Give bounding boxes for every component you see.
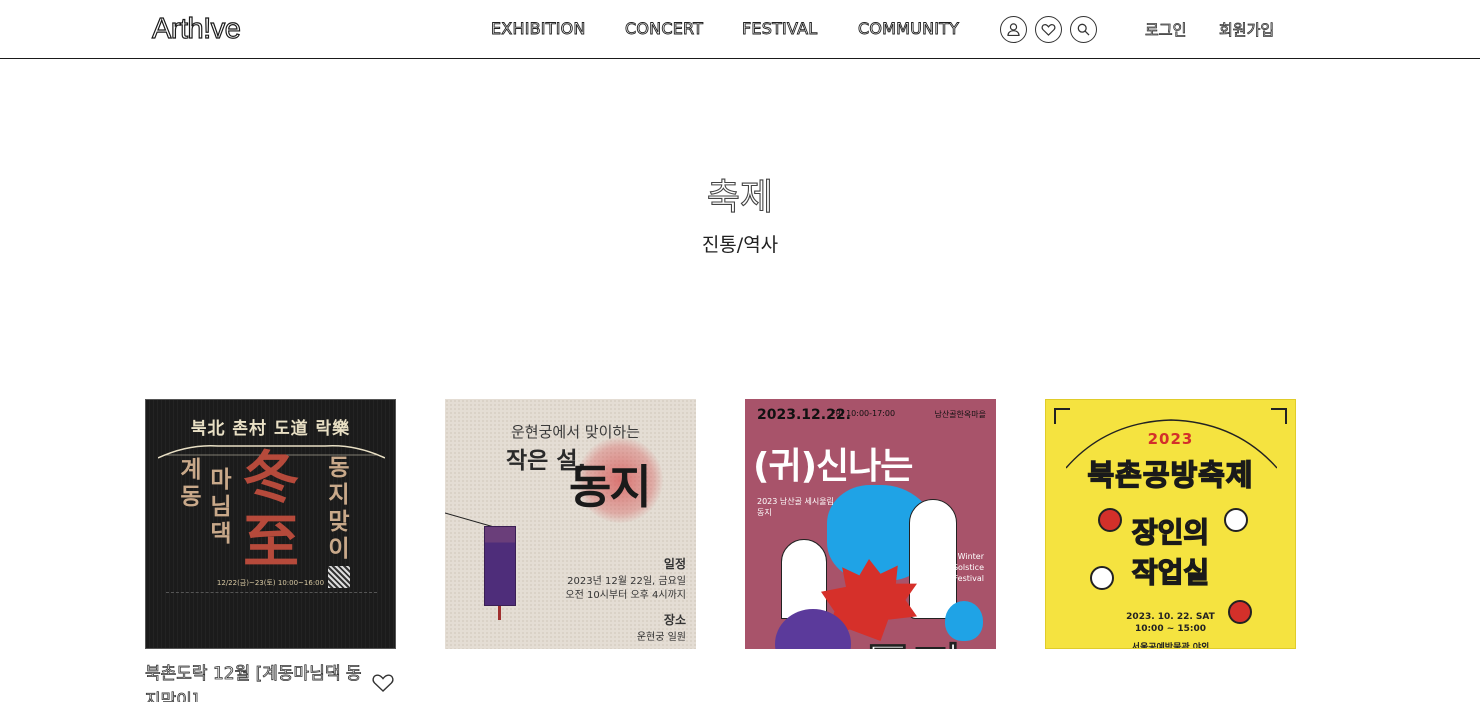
poster-time: FRI 10:00-17:00 xyxy=(831,409,896,418)
poster-subtitle: 2023 남산골 세시울림 동지 xyxy=(757,497,834,517)
poster-text-left1: 계동 xyxy=(180,456,202,510)
schedule-line1: 2023년 12월 22일, 금요일 xyxy=(567,576,686,587)
heart-icon[interactable] xyxy=(370,669,396,695)
site-header: Arth!ve EXHIBITION CONCERT FESTIVAL COMM… xyxy=(0,0,1480,59)
poster-times: 10:00 ~ 15:00 xyxy=(1134,624,1207,634)
festival-poster[interactable]: 2023.12.22. FRI 10:00-17:00 남산골한옥마을 (귀)신… xyxy=(745,399,996,649)
search-icon[interactable] xyxy=(1070,16,1097,43)
poster-dates: 2023. 10. 22. SAT xyxy=(1126,612,1215,622)
schedule-line2: 오전 10시부터 오후 4시까지 xyxy=(565,590,686,601)
poster-place: 남산골한옥마을 xyxy=(934,410,986,419)
festival-card: 북北 촌村 도道 락樂 계동 마님댁 冬至 동지맞이 12/22(금)~23(토… xyxy=(145,399,396,702)
card-title-row: 북촌도락 12월 [계동마님댁 동지맞이] xyxy=(145,661,396,702)
lantern-tassel xyxy=(498,606,501,620)
poster-date: 12/22(금)~23(토) 10:00~16:00 xyxy=(216,579,325,587)
poster-mid2: 작업실 xyxy=(1131,555,1210,589)
poster-text-left2: 마님댁 xyxy=(210,466,232,547)
festival-poster[interactable]: 2023 북촌공방축제 장인의 작업실 2023. 10. 22. SAT 10… xyxy=(1045,399,1296,649)
poster-english-title: The Winter Solstice Festival xyxy=(940,552,984,583)
festival-card: 2023.12.22. FRI 10:00-17:00 남산골한옥마을 (귀)신… xyxy=(745,399,996,649)
poster-heading: (귀)신나는 xyxy=(753,446,913,487)
poster-mid1: 장인의 xyxy=(1131,515,1210,549)
mask-icon xyxy=(1090,566,1114,590)
poster-big-text: 冬至 xyxy=(243,445,299,575)
nav-exhibition[interactable]: EXHIBITION xyxy=(491,19,586,39)
ornament-icon xyxy=(1098,508,1122,532)
nav-community[interactable]: COMMUNITY xyxy=(858,19,960,39)
place-text: 운현궁 일원 xyxy=(636,632,686,643)
poster-text-right: 동지맞이 xyxy=(328,454,350,562)
subcategory-label: 진통/역사 xyxy=(701,234,779,256)
poster-year: 2023 xyxy=(1147,430,1194,448)
poster-line1: 운현궁에서 맞이하는 xyxy=(511,423,640,441)
signup-link[interactable]: 회원가입 xyxy=(1219,19,1275,40)
user-icon[interactable] xyxy=(1000,16,1027,43)
heart-icon[interactable] xyxy=(1035,16,1062,43)
poster-brush-title: 동지 xyxy=(569,460,652,514)
card-title[interactable]: 북촌도락 12월 [계동마님댁 동지맞이] xyxy=(145,661,370,702)
festival-card: 운현궁에서 맞이하는 작은 설, 동지 일정 2023년 12월 22일, 금요… xyxy=(445,399,696,649)
nav-concert[interactable]: CONCERT xyxy=(625,19,704,39)
festival-poster[interactable]: 북北 촌村 도道 락樂 계동 마님댁 冬至 동지맞이 12/22(금)~23(토… xyxy=(145,399,396,649)
login-link[interactable]: 로그인 xyxy=(1145,19,1187,40)
nav-festival[interactable]: FESTIVAL xyxy=(742,19,818,39)
page-title: 축제 xyxy=(706,176,774,218)
poster-heading: 북北 촌村 도道 락樂 xyxy=(190,419,351,439)
poster-heading: 북촌공방축제 xyxy=(1087,457,1254,492)
mask-icon xyxy=(1224,508,1248,532)
place-heading: 장소 xyxy=(663,613,686,627)
ghost-graphic xyxy=(781,539,827,619)
poster-footer xyxy=(166,592,377,622)
lantern-graphic xyxy=(484,526,516,606)
poster-big-text: 동지 xyxy=(862,625,962,650)
festival-card: 2023 북촌공방축제 장인의 작업실 2023. 10. 22. SAT 10… xyxy=(1045,399,1296,649)
schedule-heading: 일정 xyxy=(663,557,686,571)
poster-venue: 서울공예박물관 야외 xyxy=(1131,643,1210,649)
site-logo[interactable]: Arth!ve xyxy=(151,12,241,46)
festival-poster[interactable]: 운현궁에서 맞이하는 작은 설, 동지 일정 2023년 12월 22일, 금요… xyxy=(445,399,696,649)
